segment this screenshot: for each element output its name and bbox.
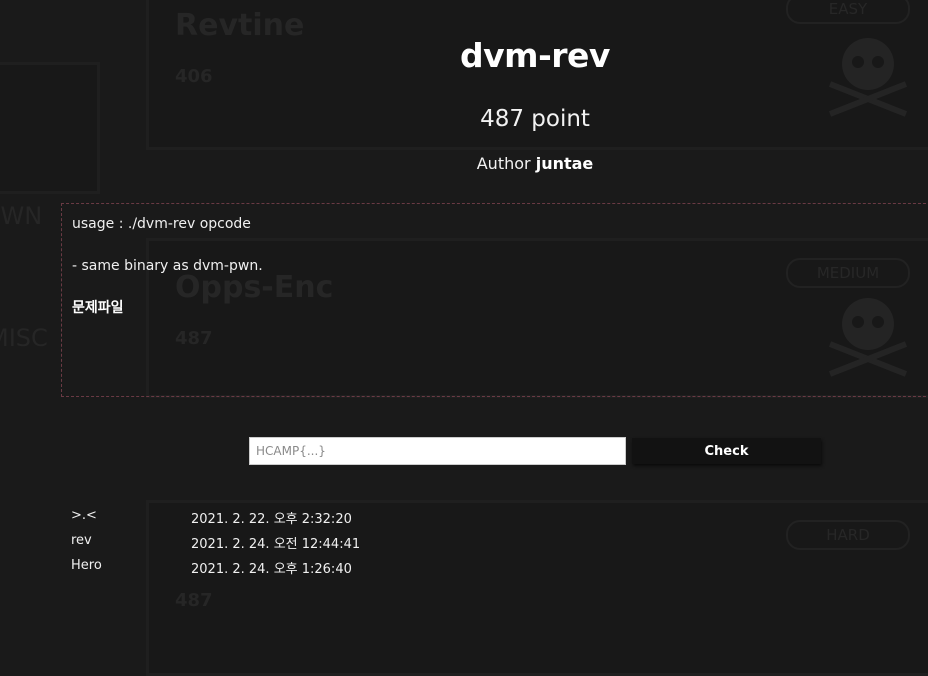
solver-row: >.< 2021. 2. 22. 오후 2:32:20 — [71, 508, 471, 533]
description-line: usage : ./dvm-rev opcode — [72, 216, 251, 232]
challenge-title: dvm-rev — [460, 36, 610, 75]
author-label: Author — [476, 154, 531, 173]
solver-name: >.< — [71, 508, 97, 523]
solver-name: rev — [71, 533, 92, 548]
challenge-points: 487 point — [480, 106, 590, 132]
solver-name: Hero — [71, 558, 102, 573]
challenge-author: Author juntae — [0, 154, 928, 173]
solver-row: rev 2021. 2. 24. 오전 12:44:41 — [71, 533, 471, 558]
solver-time: 2021. 2. 24. 오전 12:44:41 — [191, 537, 361, 552]
challenge-modal: dvm-rev 487 point Author juntae usage : … — [0, 0, 928, 656]
check-button[interactable]: Check — [632, 438, 821, 464]
challenge-description: usage : ./dvm-rev opcode - same binary a… — [61, 203, 928, 397]
challenge-file-link[interactable]: 문제파일 — [72, 300, 928, 316]
solver-time: 2021. 2. 24. 오후 1:26:40 — [191, 562, 352, 577]
solver-list: >.< 2021. 2. 22. 오후 2:32:20 rev 2021. 2.… — [71, 508, 471, 583]
solver-time: 2021. 2. 22. 오후 2:32:20 — [191, 512, 352, 527]
flag-input[interactable] — [249, 437, 626, 465]
author-name: juntae — [535, 154, 594, 173]
solver-row: Hero 2021. 2. 24. 오후 1:26:40 — [71, 558, 471, 583]
description-line: - same binary as dvm-pwn. — [72, 258, 263, 274]
